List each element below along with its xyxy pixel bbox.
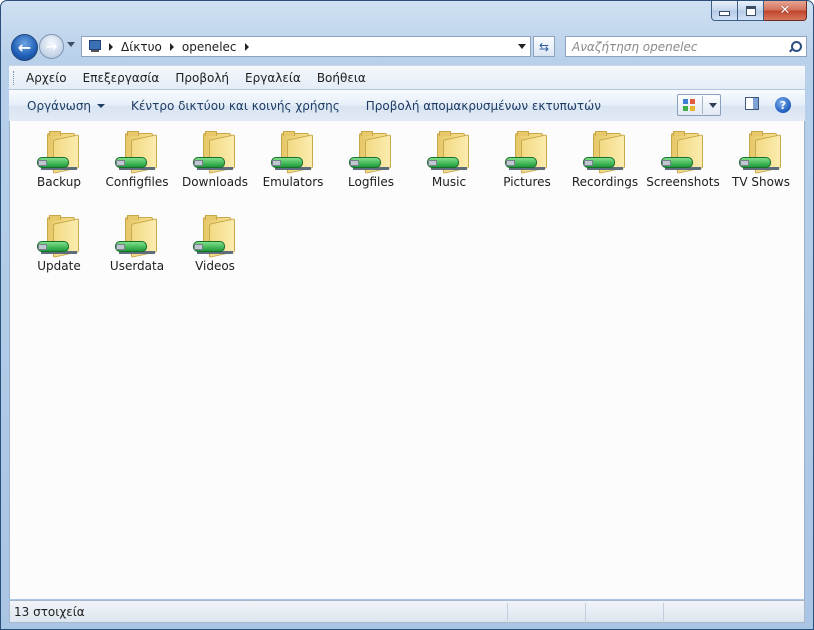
folder-item[interactable]: Downloads xyxy=(178,125,252,189)
network-folder-icon xyxy=(505,131,549,174)
status-divider xyxy=(663,603,664,621)
network-folder-icon xyxy=(583,131,627,174)
network-computer-icon xyxy=(85,39,101,54)
search-box[interactable]: Αναζήτηση openelec xyxy=(565,36,807,57)
item-count: 13 στοιχεία xyxy=(14,604,85,619)
refresh-button[interactable]: ⇆ xyxy=(533,36,555,57)
menu-edit[interactable]: Επεξεργασία xyxy=(83,71,160,85)
folder-label: Configfiles xyxy=(105,175,169,189)
folder-item[interactable]: Logfiles xyxy=(334,125,408,189)
folder-item[interactable]: Emulators xyxy=(256,125,330,189)
network-folder-icon xyxy=(115,215,159,258)
recent-pages-dropdown[interactable] xyxy=(67,42,75,47)
folder-label: Recordings xyxy=(571,175,639,189)
organize-label: Οργάνωση xyxy=(27,98,92,113)
network-folder-icon xyxy=(661,131,705,174)
folder-label: Emulators xyxy=(262,175,324,189)
folder-item[interactable]: Music xyxy=(412,125,486,189)
network-folder-icon xyxy=(739,131,783,174)
folder-item[interactable]: TV Shows xyxy=(724,125,798,189)
help-icon: ? xyxy=(779,98,787,112)
folder-item[interactable]: Videos xyxy=(178,209,252,273)
breadcrumb-separator-icon[interactable] xyxy=(169,42,174,51)
change-view-button[interactable] xyxy=(677,94,721,116)
help-button[interactable]: ? xyxy=(775,97,791,113)
remote-printers-button[interactable]: Προβολή απομακρυσμένων εκτυπωτών xyxy=(358,99,609,113)
network-folder-icon xyxy=(193,215,237,258)
organize-button[interactable]: Οργάνωση xyxy=(19,99,113,113)
menu-grip xyxy=(13,70,16,85)
folder-label: Screenshots xyxy=(646,175,720,189)
folder-label: Update xyxy=(37,259,81,273)
folder-item[interactable]: Backup xyxy=(22,125,96,189)
command-bar: Οργάνωση Κέντρο δικτύου και κοινής χρήση… xyxy=(9,89,805,122)
folder-item[interactable]: Update xyxy=(22,209,96,273)
folder-label: Logfiles xyxy=(348,175,394,189)
folder-label: Videos xyxy=(195,259,235,273)
network-folder-icon xyxy=(349,131,393,174)
breadcrumb-separator-icon[interactable] xyxy=(244,42,249,51)
network-center-label: Κέντρο δικτύου και κοινής χρήσης xyxy=(131,98,340,113)
maximize-button[interactable] xyxy=(738,1,764,21)
search-icon[interactable] xyxy=(788,40,802,54)
network-folder-icon xyxy=(37,131,81,174)
view-tiles-icon xyxy=(683,99,695,111)
forward-button[interactable]: → xyxy=(39,34,64,59)
back-arrow-icon: ← xyxy=(17,38,32,57)
menu-help[interactable]: Βοήθεια xyxy=(317,71,366,85)
network-folder-icon xyxy=(193,131,237,174)
folder-item[interactable]: Screenshots xyxy=(646,125,720,189)
folder-view[interactable]: Backup Configfiles Downloads Emulators Logfi… xyxy=(9,121,805,599)
menu-file[interactable]: Αρχείο xyxy=(26,71,67,85)
address-bar[interactable]: Δίκτυο openelec xyxy=(81,36,531,57)
status-bar: 13 στοιχεία xyxy=(9,600,805,623)
breadcrumb-separator-icon[interactable] xyxy=(109,42,113,51)
network-folder-icon xyxy=(427,131,471,174)
breadcrumb-network[interactable]: Δίκτυο xyxy=(121,40,162,54)
menu-tools[interactable]: Εργαλεία xyxy=(245,71,301,85)
minimize-icon xyxy=(719,11,730,16)
network-folder-icon xyxy=(115,131,159,174)
status-divider xyxy=(507,603,508,621)
chevron-down-icon xyxy=(97,103,106,108)
preview-pane-button[interactable] xyxy=(745,97,759,110)
breadcrumb-openelec[interactable]: openelec xyxy=(182,40,237,54)
refresh-icon: ⇆ xyxy=(538,39,550,54)
close-icon: ✕ xyxy=(779,3,791,18)
folder-label: Userdata xyxy=(109,259,165,273)
network-folder-icon xyxy=(37,215,81,258)
caption-buttons: ✕ xyxy=(711,1,807,21)
view-dropdown-icon[interactable] xyxy=(709,102,717,108)
folder-label: TV Shows xyxy=(732,175,790,189)
folder-item[interactable]: Userdata xyxy=(100,209,174,273)
folder-label: Backup xyxy=(37,175,81,189)
address-dropdown-icon[interactable] xyxy=(518,44,526,49)
folder-label: Pictures xyxy=(503,175,551,189)
navigation-bar: ← → Δίκτυο openelec ⇆ Αναζήτηση openelec xyxy=(9,32,807,62)
search-input[interactable]: Αναζήτηση openelec xyxy=(572,40,788,54)
folder-item[interactable]: Pictures xyxy=(490,125,564,189)
explorer-window: ✕ ← → Δίκτυο openelec ⇆ Αναζήτηση openel… xyxy=(0,0,814,630)
maximize-icon xyxy=(745,5,756,16)
network-center-button[interactable]: Κέντρο δικτύου και κοινής χρήσης xyxy=(123,99,348,113)
remote-printers-label: Προβολή απομακρυσμένων εκτυπωτών xyxy=(365,98,601,113)
folder-item[interactable]: Configfiles xyxy=(100,125,174,189)
forward-arrow-icon: → xyxy=(45,38,58,55)
menu-bar: Αρχείο Επεξεργασία Προβολή Εργαλεία Βοήθ… xyxy=(9,65,805,89)
folder-label: Music xyxy=(431,175,467,189)
folder-label: Downloads xyxy=(182,175,248,189)
folder-item[interactable]: Recordings xyxy=(568,125,642,189)
status-divider xyxy=(585,603,586,621)
close-button[interactable]: ✕ xyxy=(764,1,807,21)
minimize-button[interactable] xyxy=(711,1,738,21)
back-button[interactable]: ← xyxy=(11,34,38,61)
network-folder-icon xyxy=(271,131,315,174)
menu-view[interactable]: Προβολή xyxy=(175,71,229,85)
